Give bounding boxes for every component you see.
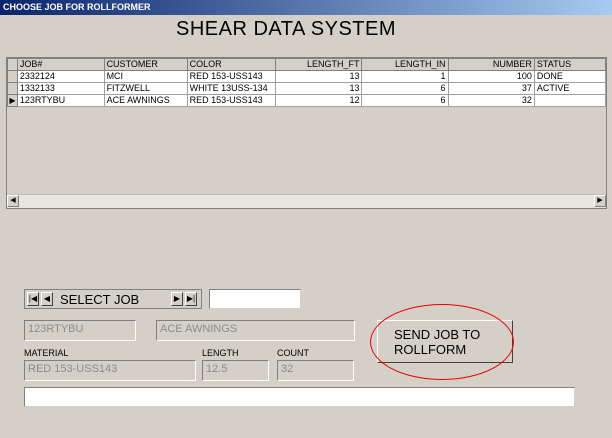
customer-field[interactable]: ACE AWNINGS [156, 320, 355, 341]
length-label: LENGTH [202, 348, 239, 358]
cell-length-in[interactable]: 1 [361, 70, 449, 83]
scroll-left-icon[interactable]: ◀ [7, 195, 19, 207]
navigator-label: SELECT JOB [60, 292, 140, 307]
row-selector[interactable] [7, 82, 18, 95]
prev-record-button[interactable]: ◀ [41, 292, 53, 306]
horizontal-scrollbar[interactable]: ◀ ▶ [7, 194, 606, 208]
material-label: MATERIAL [24, 348, 69, 358]
scroll-right-icon[interactable]: ▶ [594, 195, 606, 207]
status-bar [24, 387, 575, 407]
send-button-line2: ROLLFORM [394, 342, 467, 357]
cell-status[interactable]: ACTIVE [533, 82, 607, 95]
col-header-job[interactable]: JOB# [16, 58, 105, 71]
cell-length-ft[interactable]: 13 [275, 70, 363, 83]
col-header-customer[interactable]: CUSTOMER [103, 58, 188, 71]
material-field[interactable]: RED 153-USS143 [24, 360, 196, 381]
current-row-icon[interactable]: ▶ [7, 94, 18, 107]
table-row[interactable]: 1332133 FITZWELL WHITE 13USS-134 13 6 37… [7, 82, 607, 95]
navigator-text-box[interactable] [209, 289, 301, 309]
send-button-line1: SEND JOB TO [394, 327, 481, 342]
table-row[interactable]: ▶ 123RTYBU ACE AWNINGS RED 153-USS143 12… [7, 94, 607, 107]
first-record-button[interactable]: |◀ [27, 292, 39, 306]
cell-length-ft[interactable]: 13 [275, 82, 363, 95]
cell-length-in[interactable]: 6 [361, 94, 449, 107]
cell-length-in[interactable]: 6 [361, 82, 449, 95]
record-navigator: |◀ ◀ SELECT JOB ▶ ▶| [24, 289, 202, 309]
page-title: SHEAR DATA SYSTEM [175, 18, 397, 40]
cell-job[interactable]: 123RTYBU [16, 94, 105, 107]
col-header-number[interactable]: NUMBER [447, 58, 535, 71]
table-row[interactable]: 2332124 MCI RED 153-USS143 13 1 100 DONE [7, 70, 607, 83]
row-selector[interactable] [7, 70, 18, 83]
cell-status[interactable]: DONE [533, 70, 607, 83]
cell-number[interactable]: 32 [447, 94, 535, 107]
cell-status[interactable] [533, 94, 607, 107]
grid-corner [7, 58, 18, 71]
count-field[interactable]: 32 [277, 360, 354, 381]
cell-length-ft[interactable]: 12 [275, 94, 363, 107]
cell-job[interactable]: 1332133 [16, 82, 105, 95]
cell-color[interactable]: WHITE 13USS-134 [186, 82, 277, 95]
window-title: CHOOSE JOB FOR ROLLFORMER [0, 0, 612, 15]
length-field[interactable]: 12.5 [202, 360, 269, 381]
col-header-color[interactable]: COLOR [186, 58, 277, 71]
cell-customer[interactable]: MCI [103, 70, 188, 83]
cell-customer[interactable]: FITZWELL [103, 82, 188, 95]
cell-customer[interactable]: ACE AWNINGS [103, 94, 188, 107]
job-number-field[interactable]: 123RTYBU [24, 320, 136, 341]
next-record-button[interactable]: ▶ [171, 292, 183, 306]
cell-number[interactable]: 37 [447, 82, 535, 95]
send-job-button[interactable]: SEND JOB TO ROLLFORM [377, 320, 513, 363]
col-header-status[interactable]: STATUS [533, 58, 607, 71]
count-label: COUNT [277, 348, 309, 358]
job-grid[interactable]: JOB# CUSTOMER COLOR LENGTH_FT LENGTH_IN … [6, 57, 607, 209]
col-header-length-ft[interactable]: LENGTH_FT [275, 58, 363, 71]
cell-job[interactable]: 2332124 [16, 70, 105, 83]
cell-color[interactable]: RED 153-USS143 [186, 94, 277, 107]
cell-number[interactable]: 100 [447, 70, 535, 83]
cell-color[interactable]: RED 153-USS143 [186, 70, 277, 83]
last-record-button[interactable]: ▶| [185, 292, 197, 306]
grid-header-row: JOB# CUSTOMER COLOR LENGTH_FT LENGTH_IN … [7, 58, 607, 71]
col-header-length-in[interactable]: LENGTH_IN [361, 58, 449, 71]
